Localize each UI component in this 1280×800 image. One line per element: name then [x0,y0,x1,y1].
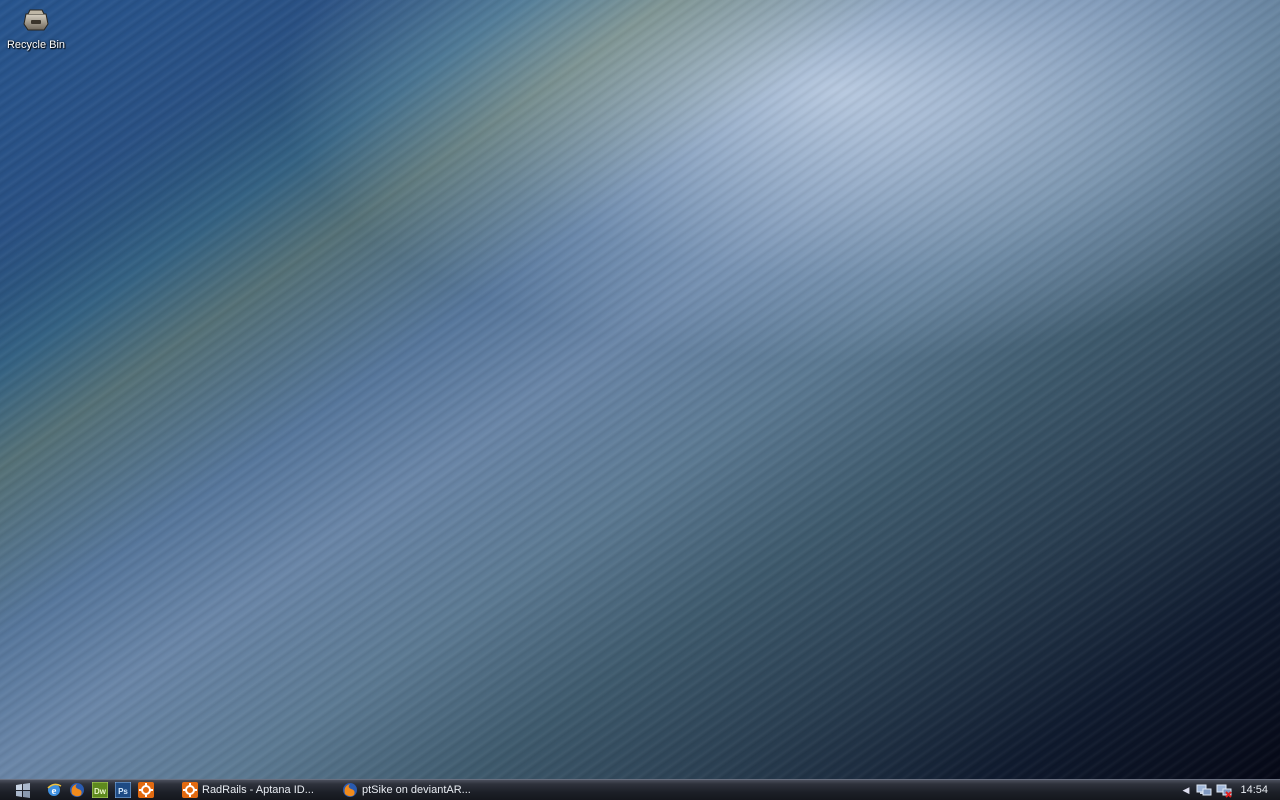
dreamweaver-icon: Dw [92,782,108,798]
aptana-icon [182,782,198,798]
start-button[interactable] [8,782,38,799]
internet-explorer-icon: e [47,783,62,797]
taskbar-button-label: ptSike on deviantAR... [362,784,471,796]
quicklaunch-dreamweaver[interactable]: Dw [92,782,108,798]
taskbar-button-radrails[interactable]: RadRails - Aptana ID... [182,781,314,799]
svg-text:Ps: Ps [118,787,128,796]
svg-text:Dw: Dw [94,787,107,796]
svg-text:e: e [52,785,57,797]
chevron-left-icon[interactable]: ◀ [1183,785,1190,796]
firefox-icon [70,783,84,797]
desktop-icon-recycle-bin[interactable]: Recycle Bin [4,4,68,51]
quicklaunch-aptana[interactable] [138,782,154,798]
network-disconnected-icon[interactable] [1216,782,1233,798]
firefox-icon [343,783,357,797]
photoshop-icon: Ps [115,782,131,798]
taskbar-button-label: RadRails - Aptana ID... [202,784,314,796]
network-icon[interactable] [1196,782,1212,798]
quicklaunch-internet-explorer[interactable]: e [46,782,62,798]
system-tray: ◀ 14:54 [1180,780,1280,800]
desktop-icon-label: Recycle Bin [6,39,66,51]
quicklaunch-firefox[interactable] [69,782,85,798]
recycle-bin-icon [23,9,49,31]
desktop-background: Recycle Bin [0,0,1280,779]
quicklaunch-photoshop[interactable]: Ps [115,782,131,798]
windows-logo-icon [16,783,30,798]
taskbar-button-deviantart[interactable]: ptSike on deviantAR... [342,781,471,799]
aptana-icon [138,782,154,798]
taskbar: e Dw Ps RadRails - Aptana ID... ptSike o… [0,779,1280,800]
clock[interactable]: 14:54 [1240,784,1268,796]
